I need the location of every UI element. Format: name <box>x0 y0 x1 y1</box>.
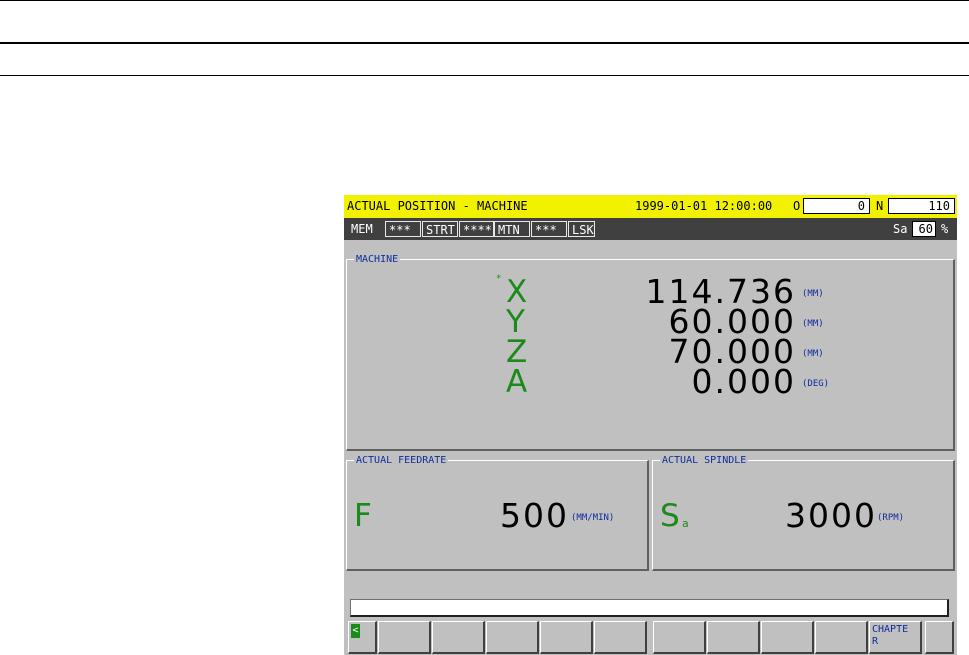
axis-unit: (DEG) <box>802 379 830 389</box>
spindle-value: 3000 <box>785 496 877 535</box>
key-input-line[interactable] <box>350 599 949 617</box>
spindle-override-label: Sa <box>893 222 908 236</box>
axis-value: 0.000 <box>691 362 796 401</box>
spindle-letter-subscript: a <box>682 517 689 530</box>
feedrate-letter: F <box>354 498 372 534</box>
softkey-chapter[interactable]: CHAPTE R <box>869 621 922 654</box>
mode-status: MEM <box>351 222 373 236</box>
machine-panel-title: MACHINE <box>354 253 401 266</box>
datetime: 1999-01-01 12:00:00 <box>635 199 773 213</box>
cnc-screen: ACTUAL POSITION - MACHINE 1999-01-01 12:… <box>344 195 957 655</box>
document-subheader-rule <box>0 75 969 76</box>
status-bar: MEM *** STRT **** MTN *** LSK Sa 60 % <box>344 218 957 240</box>
softkey-next[interactable] <box>925 621 954 654</box>
status-field-1: *** <box>385 221 421 237</box>
spindle-override-value: 60 <box>912 221 936 237</box>
run-state-status: STRT <box>422 221 458 237</box>
motion-status: MTN <box>494 221 530 237</box>
actual-feedrate-panel: ACTUAL FEEDRATE F 500 (MM/MIN) <box>346 454 649 571</box>
spindle-panel-title: ACTUAL SPINDLE <box>660 454 749 467</box>
document-top-rule <box>0 0 969 1</box>
softkey-4[interactable] <box>540 621 593 654</box>
status-field-2: **** <box>459 221 494 237</box>
softkey-3[interactable] <box>486 621 539 654</box>
actual-spindle-panel: ACTUAL SPINDLE S a 3000 (RPM) <box>652 454 955 571</box>
softkey-back[interactable]: < <box>348 621 377 654</box>
softkey-bar: < CHAPTE R <box>344 621 957 655</box>
softkey-6[interactable] <box>653 621 706 654</box>
feedrate-panel-title: ACTUAL FEEDRATE <box>354 454 449 467</box>
program-o-value: 0 <box>803 198 870 214</box>
lsk-status: LSK <box>568 221 595 237</box>
status-field-3: *** <box>531 221 567 237</box>
axis-name: Z <box>506 334 528 370</box>
spindle-unit: (RPM) <box>877 513 905 523</box>
softkey-9[interactable] <box>815 621 868 654</box>
softkey-7[interactable] <box>707 621 760 654</box>
title-bar: ACTUAL POSITION - MACHINE 1999-01-01 12:… <box>344 195 957 218</box>
softkey-1[interactable] <box>378 621 431 654</box>
feedrate-unit: (MM/MIN) <box>571 513 615 523</box>
axis-name: A <box>506 364 528 400</box>
axis-name: X <box>506 274 528 310</box>
spindle-override-unit: % <box>941 222 949 236</box>
feedrate-value: 500 <box>500 496 569 535</box>
axis-name: Y <box>506 304 525 340</box>
spindle-letter: S <box>660 498 680 534</box>
screen-title: ACTUAL POSITION - MACHINE <box>347 199 528 213</box>
axis-unit: (MM) <box>802 349 824 359</box>
document-header-rule <box>0 42 969 44</box>
softkey-2[interactable] <box>432 621 485 654</box>
axis-marker: * <box>496 274 502 284</box>
machine-position-panel: MACHINE * X 114.736 (MM) Y 60.000 (MM) Z… <box>346 253 955 451</box>
sequence-n-label: N <box>876 199 884 213</box>
softkey-8[interactable] <box>761 621 814 654</box>
axis-unit: (MM) <box>802 289 824 299</box>
left-arrow-icon: < <box>351 624 360 638</box>
axis-unit: (MM) <box>802 319 824 329</box>
softkey-5[interactable] <box>594 621 647 654</box>
sequence-n-value: 110 <box>888 198 955 214</box>
program-o-label: O <box>793 199 801 213</box>
